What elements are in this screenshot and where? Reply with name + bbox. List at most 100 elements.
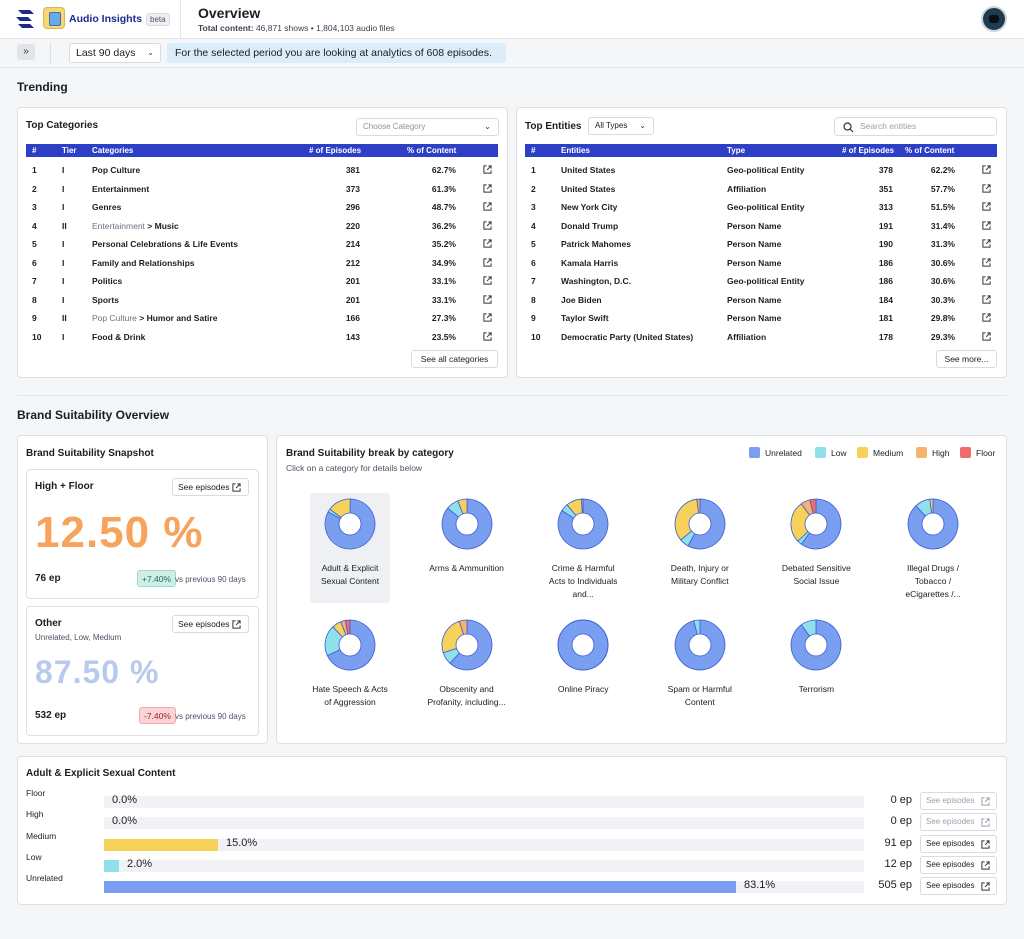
category-donut-chart[interactable] bbox=[674, 619, 726, 671]
high-floor-see-episodes-button[interactable]: See episodes bbox=[172, 478, 249, 496]
external-link-icon[interactable] bbox=[483, 294, 492, 304]
table-row[interactable]: 3 New York City Geo-political Entity 313 51.… bbox=[525, 198, 997, 216]
see-episodes-button[interactable]: See episodes bbox=[920, 834, 997, 853]
table-row[interactable]: 6 Kamala Harris Person Name 186 30.6% bbox=[525, 254, 997, 272]
external-link-icon[interactable] bbox=[483, 239, 492, 248]
table-row[interactable]: 2 I Entertainment 373 61.3% bbox=[26, 180, 498, 198]
external-link-icon[interactable] bbox=[483, 202, 492, 211]
table-row[interactable]: 8 Joe Biden Person Name 184 30.3% bbox=[525, 291, 997, 309]
breadcrumb-separator-icon: > bbox=[144, 220, 155, 231]
col-rank[interactable]: # bbox=[531, 144, 535, 157]
expand-sidebar-button[interactable]: » bbox=[17, 44, 35, 60]
external-link-icon[interactable] bbox=[982, 183, 991, 193]
table-row[interactable]: 5 Patrick Mahomes Person Name 190 31.3% bbox=[525, 235, 997, 253]
episodes-cell: 201 bbox=[345, 294, 360, 305]
external-link-icon[interactable] bbox=[982, 331, 991, 341]
external-link-icon bbox=[981, 818, 990, 827]
table-row[interactable]: 10 I Food & Drink 143 23.5% bbox=[26, 328, 498, 346]
category-pie-tile[interactable]: Adult & Explicit Sexual Content bbox=[310, 493, 390, 603]
brand-logo-icon[interactable] bbox=[14, 7, 36, 31]
breakdown-title: Brand Suitability break by category bbox=[286, 448, 454, 459]
see-episodes-button[interactable]: See episodes bbox=[920, 855, 997, 874]
category-pie-tile[interactable]: Spam or Harmful Content bbox=[660, 614, 740, 724]
content-pct-cell: 35.2% bbox=[431, 239, 456, 249]
category-donut-chart[interactable] bbox=[441, 498, 493, 550]
category-donut-chart[interactable] bbox=[907, 498, 959, 550]
table-row[interactable]: 9 Taylor Swift Person Name 181 29.8% bbox=[525, 309, 997, 327]
high-floor-percentage: 12.50 % bbox=[35, 508, 204, 557]
external-link-icon[interactable] bbox=[982, 220, 991, 230]
category-donut-chart[interactable] bbox=[674, 498, 726, 550]
category-pie-tile[interactable]: Hate Speech & Acts of Aggression bbox=[310, 614, 390, 724]
category-donut-chart[interactable] bbox=[324, 498, 376, 550]
external-link-icon[interactable] bbox=[982, 239, 991, 248]
category-pie-tile[interactable]: Death, Injury or Military Conflict bbox=[660, 493, 740, 603]
external-link-icon[interactable] bbox=[982, 294, 991, 304]
table-row[interactable]: 1 I Pop Culture 381 62.7% bbox=[26, 161, 498, 179]
table-row[interactable]: 8 I Sports 201 33.1% bbox=[26, 291, 498, 309]
rank-cell: 6 bbox=[32, 257, 37, 268]
search-entities-input[interactable]: Search entities bbox=[834, 117, 997, 136]
external-link-icon[interactable] bbox=[483, 257, 492, 267]
category-pie-tile[interactable]: Illegal Drugs / Tobacco / eCigarettes /.… bbox=[893, 493, 973, 603]
category-donut-chart[interactable] bbox=[557, 498, 609, 550]
content-pct-cell: 30.3% bbox=[930, 294, 955, 305]
entity-type-select[interactable]: All Types ⌄ bbox=[588, 117, 654, 135]
category-pie-label: Debated Sensitive Social Issue bbox=[781, 563, 851, 586]
col-tier[interactable]: Tier bbox=[62, 144, 77, 157]
bar-label: High bbox=[26, 809, 44, 820]
table-row[interactable]: 7 Washington, D.C. Geo-political Entity 186… bbox=[525, 272, 997, 290]
external-link-icon[interactable] bbox=[982, 165, 991, 174]
table-row[interactable]: 6 I Family and Relationships 212 34.9% bbox=[26, 254, 498, 272]
choose-category-select[interactable]: Choose Category ⌄ bbox=[356, 118, 499, 136]
external-link-icon[interactable] bbox=[982, 313, 991, 322]
col-categories[interactable]: Categories bbox=[92, 144, 133, 157]
external-link-icon[interactable] bbox=[982, 257, 991, 267]
category-donut-chart[interactable] bbox=[557, 619, 609, 671]
see-more-entities-button[interactable]: See more... bbox=[936, 350, 997, 368]
period-select[interactable]: Last 90 days ⌄ bbox=[69, 43, 161, 63]
external-link-icon[interactable] bbox=[483, 183, 492, 193]
bar-track bbox=[104, 838, 864, 851]
col-content-pct[interactable]: % of Content bbox=[905, 144, 954, 157]
col-episodes[interactable]: # of Episodes bbox=[842, 144, 894, 157]
category-pie-tile[interactable]: Terrorism bbox=[776, 614, 856, 724]
table-row[interactable]: 1 United States Geo-political Entity 378 62.… bbox=[525, 161, 997, 179]
category-donut-chart[interactable] bbox=[324, 619, 376, 671]
avatar[interactable] bbox=[981, 6, 1007, 32]
app-name[interactable]: Audio Insights bbox=[69, 13, 142, 25]
category-donut-chart[interactable] bbox=[790, 498, 842, 550]
table-row[interactable]: 7 I Politics 201 33.1% bbox=[26, 272, 498, 290]
col-entities[interactable]: Entities bbox=[561, 144, 590, 157]
category-pie-tile[interactable]: Arms & Ammunition bbox=[427, 493, 507, 603]
table-row[interactable]: 10 Democratic Party (United States) Affili… bbox=[525, 328, 997, 346]
table-row[interactable]: 5 I Personal Celebrations & Life Events 214… bbox=[26, 235, 498, 253]
table-row[interactable]: 4 II Entertainment > Music 220 36.2% bbox=[26, 217, 498, 235]
see-all-categories-button[interactable]: See all categories bbox=[411, 350, 498, 368]
table-row[interactable]: 4 Donald Trump Person Name 191 31.4% bbox=[525, 217, 997, 235]
category-pie-tile[interactable]: Obscenity and Profanity, including... bbox=[427, 614, 507, 724]
col-rank[interactable]: # bbox=[32, 144, 36, 157]
category-detail-title: Adult & Explicit Sexual Content bbox=[26, 768, 176, 779]
table-row[interactable]: 3 I Genres 296 48.7% bbox=[26, 198, 498, 216]
other-see-episodes-button[interactable]: See episodes bbox=[172, 615, 249, 633]
category-pie-tile[interactable]: Crime & Harmful Acts to Individuals and.… bbox=[543, 493, 623, 603]
external-link-icon[interactable] bbox=[982, 276, 991, 285]
table-row[interactable]: 9 II Pop Culture > Humor and Satire 166 27.3… bbox=[26, 309, 498, 327]
category-pie-tile[interactable]: Online Piracy bbox=[543, 614, 623, 724]
external-link-icon[interactable] bbox=[483, 220, 492, 230]
external-link-icon[interactable] bbox=[483, 331, 492, 341]
external-link-icon[interactable] bbox=[483, 165, 492, 174]
external-link-icon bbox=[981, 797, 990, 806]
external-link-icon[interactable] bbox=[483, 313, 492, 322]
category-donut-chart[interactable] bbox=[441, 619, 493, 671]
category-donut-chart[interactable] bbox=[790, 619, 842, 671]
col-episodes[interactable]: # of Episodes bbox=[309, 144, 361, 157]
see-episodes-button[interactable]: See episodes bbox=[920, 877, 997, 896]
col-content-pct[interactable]: % of Content bbox=[407, 144, 456, 157]
table-row[interactable]: 2 United States Affiliation 351 57.7% bbox=[525, 180, 997, 198]
category-pie-tile[interactable]: Debated Sensitive Social Issue bbox=[776, 493, 856, 603]
external-link-icon[interactable] bbox=[982, 202, 991, 211]
external-link-icon[interactable] bbox=[483, 276, 492, 285]
col-type[interactable]: Type bbox=[727, 144, 745, 157]
